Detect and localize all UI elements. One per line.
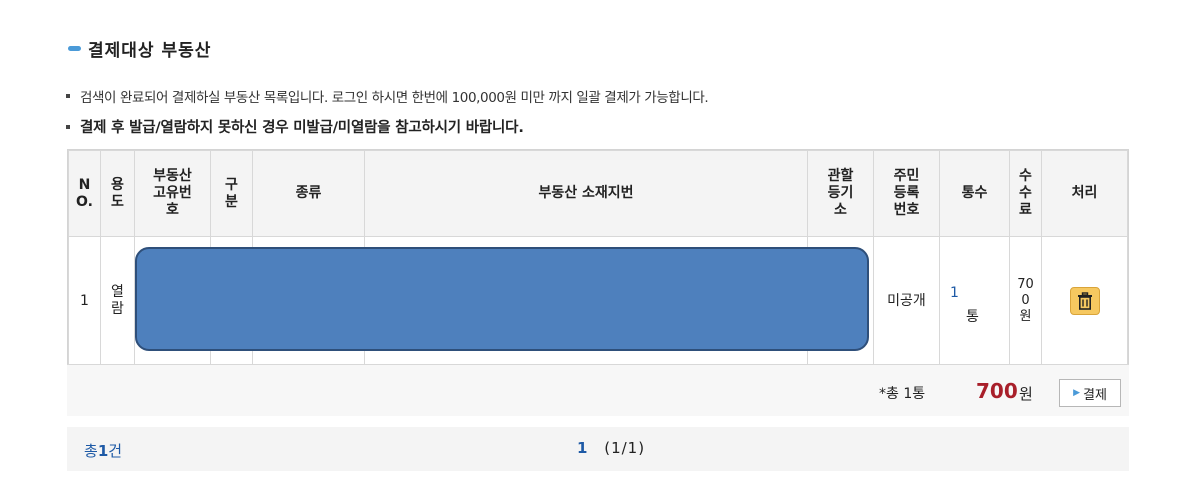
header-count: 통수	[939, 150, 1010, 237]
header-unique-id: 부동산 고유번 호	[134, 150, 211, 237]
cell-fee: 70 0 원	[1009, 236, 1042, 366]
page-link-current[interactable]: 1	[577, 439, 588, 457]
header-address: 부동산 소재지번	[364, 150, 808, 237]
count-unit: 통	[966, 309, 979, 325]
redaction-overlay	[135, 247, 869, 351]
header-use: 용 도	[100, 150, 135, 237]
amount-unit: 원	[1019, 385, 1033, 403]
delete-button[interactable]	[1069, 287, 1100, 315]
count-number: 1	[950, 285, 959, 301]
cell-action	[1041, 236, 1128, 366]
cell-resident-number: 미공개	[873, 236, 940, 366]
page-indicator: 1 (1/1)	[577, 439, 645, 457]
pagination-bar: 총1건 1 (1/1)	[67, 427, 1129, 471]
pay-button-label: 결제	[1083, 387, 1107, 403]
header-no: N O.	[68, 150, 101, 237]
header-division: 구 분	[210, 150, 253, 237]
header-fee: 수 수 료	[1009, 150, 1042, 237]
header-resident-number: 주민 등록 번호	[873, 150, 940, 237]
trash-icon	[1077, 292, 1092, 310]
warning-note-text: 결제 후 발급/열람하지 못하신 경우 미발급/미열람을 참고하시기 바랍니다.	[80, 120, 524, 136]
info-note-text: 검색이 완료되어 결제하실 부동산 목록입니다. 로그인 하시면 한번에 100…	[80, 90, 709, 106]
title-marker	[68, 45, 81, 51]
warning-note: 결제 후 발급/열람하지 못하신 경우 미발급/미열람을 참고하시기 바랍니다.	[66, 116, 524, 137]
header-kind: 종류	[252, 150, 365, 237]
header-action: 처리	[1041, 150, 1128, 237]
total-amount: 700	[976, 379, 1018, 403]
cell-no: 1	[68, 236, 101, 366]
bullet-icon	[66, 94, 70, 98]
summary-row: *총 1통 700 원 ▶ 결제	[67, 364, 1129, 416]
header-registry-office: 관할 등기 소	[807, 150, 874, 237]
total-results: 총1건	[84, 442, 123, 460]
section-heading: 결제대상 부동산	[88, 40, 212, 61]
section-title: 결제대상 부동산	[68, 36, 212, 61]
table-header-row: N O. 용 도 부동산 고유번 호 구 분 종류 부동산 소재지번 관할 등기…	[68, 150, 1128, 237]
arrow-right-icon: ▶	[1073, 388, 1080, 398]
cell-count: 1 통	[939, 236, 1010, 366]
info-note: 검색이 완료되어 결제하실 부동산 목록입니다. 로그인 하시면 한번에 100…	[66, 86, 709, 106]
page-range: (1/1)	[604, 439, 646, 457]
bullet-icon	[66, 124, 70, 129]
cell-use: 열 람	[100, 236, 135, 366]
total-count-label: *총 1통	[879, 386, 926, 402]
pay-button[interactable]: ▶ 결제	[1059, 379, 1121, 407]
